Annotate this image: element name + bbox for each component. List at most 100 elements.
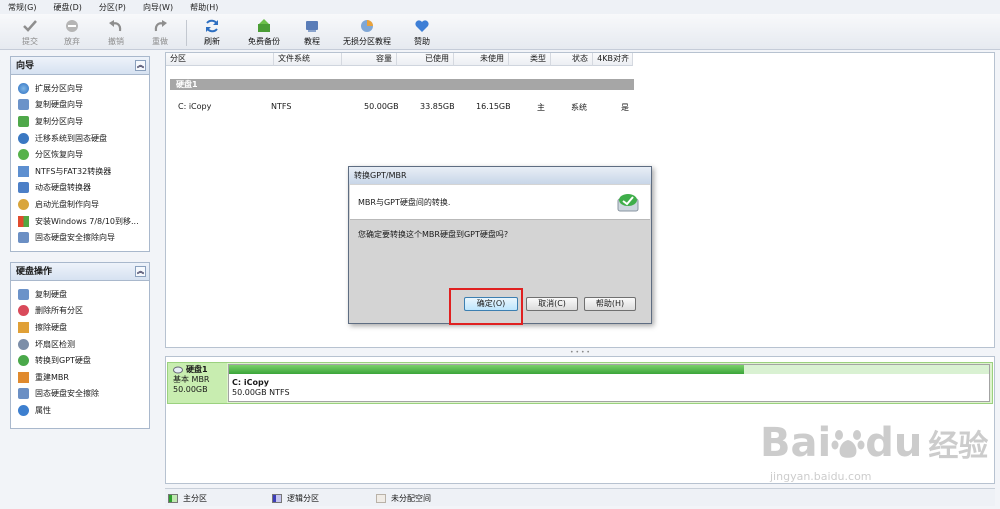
- disk-ops-panel-title: 硬盘操作: [16, 267, 53, 277]
- ssd-erase-icon: [18, 232, 29, 244]
- legend-primary-label: 主分区: [183, 494, 207, 503]
- disk-op-label: 属性: [35, 405, 51, 415]
- redo-icon: [154, 20, 167, 32]
- redo-label: 重做: [152, 37, 168, 46]
- wizard-item-copy-partition[interactable]: 复制分区向导: [11, 113, 149, 130]
- wizard-item-migrate-ssd[interactable]: 迁移系统到固态硬盘: [11, 130, 149, 147]
- collapse-icon[interactable]: ︽: [135, 266, 146, 277]
- row-free: 16.15GB: [476, 102, 511, 111]
- app-window: 常规(G) 硬盘(D) 分区(P) 向导(W) 帮助(H) 提交 放弃 撤销 重…: [0, 0, 1000, 509]
- extend-partition-icon: [18, 82, 29, 94]
- free-backup-label: 免费备份: [248, 37, 280, 46]
- column-status[interactable]: 状态: [551, 53, 593, 66]
- wizard-item-dynamic-disk[interactable]: 动态硬盘转换器: [11, 180, 149, 197]
- undo-icon: [109, 20, 122, 32]
- migrate-ssd-icon: [18, 132, 29, 144]
- wizard-item-label: 启动光盘制作向导: [35, 199, 99, 209]
- menu-disk[interactable]: 硬盘(D): [53, 2, 81, 13]
- partition-block-name: C: iCopy: [232, 378, 269, 387]
- redo-button[interactable]: 重做: [138, 18, 182, 48]
- free-backup-button[interactable]: 免费备份: [240, 18, 288, 48]
- disk-op-copy-disk[interactable]: 复制硬盘: [11, 286, 149, 303]
- donate-button[interactable]: 赞助: [400, 18, 444, 48]
- properties-icon: [18, 404, 29, 416]
- disk-op-convert-gpt[interactable]: 转换到GPT硬盘: [11, 352, 149, 369]
- collapse-icon[interactable]: ︽: [135, 60, 146, 71]
- wizard-panel-title: 向导: [16, 61, 35, 71]
- wizard-item-label: 动态硬盘转换器: [35, 183, 91, 193]
- refresh-button[interactable]: 刷新: [190, 18, 234, 48]
- column-used[interactable]: 已使用: [397, 53, 454, 66]
- legend-unallocated-label: 未分配空间: [391, 494, 431, 503]
- wizard-item-label: 复制分区向导: [35, 116, 83, 126]
- column-partition[interactable]: 分区: [166, 53, 274, 66]
- disk-kind: 基本 MBR: [173, 375, 210, 384]
- undo-button[interactable]: 撤销: [94, 18, 138, 48]
- discard-icon: [66, 20, 78, 32]
- wizard-item-partition-recovery[interactable]: 分区恢复向导: [11, 146, 149, 163]
- row-type: 主: [537, 103, 545, 112]
- row-partition[interactable]: C: iCopy: [178, 102, 211, 111]
- undo-label: 撤销: [108, 37, 124, 46]
- submit-button[interactable]: 提交: [8, 18, 52, 48]
- disk-op-bad-sector[interactable]: 坏扇区检测: [11, 336, 149, 353]
- disk-op-wipe-disk[interactable]: 擦除硬盘: [11, 319, 149, 336]
- watermark-brand: Bai: [760, 420, 832, 466]
- rebuild-mbr-icon: [18, 371, 29, 383]
- dialog-question: 您确定要转换这个MBR硬盘到GPT硬盘吗?: [358, 230, 509, 239]
- disk-info[interactable]: 硬盘1 基本 MBR 50.00GB: [168, 363, 227, 403]
- disk-size: 50.00GB: [173, 385, 208, 394]
- ntfs-fat32-icon: [18, 165, 29, 177]
- disk-op-rebuild-mbr[interactable]: 重建MBR: [11, 369, 149, 386]
- wizard-item-ntfs-fat32[interactable]: NTFS与FAT32转换器: [11, 163, 149, 180]
- baidu-watermark: Bai du 经验 jingyan.baidu.com: [760, 400, 995, 490]
- disk-op-delete-all[interactable]: 删除所有分区: [11, 303, 149, 320]
- dynamic-disk-icon: [18, 182, 29, 194]
- dialog-title[interactable]: 转换GPT/MBR: [349, 167, 651, 184]
- wizard-item-extend-partition[interactable]: 扩展分区向导: [11, 80, 149, 97]
- checkmark-icon: [23, 20, 37, 32]
- cancel-button[interactable]: 取消(C): [526, 297, 578, 311]
- menu-help[interactable]: 帮助(H): [190, 2, 218, 13]
- wizard-item-ssd-secure-erase[interactable]: 固态硬盘安全擦除向导: [11, 229, 149, 246]
- bootable-media-icon: [18, 198, 29, 210]
- disk-op-properties[interactable]: 属性: [11, 402, 149, 419]
- partition-tutorial-icon: [361, 20, 373, 32]
- column-4kb-aligned[interactable]: 4KB对齐: [593, 53, 633, 66]
- wizard-item-copy-disk[interactable]: 复制硬盘向导: [11, 97, 149, 114]
- discard-label: 放弃: [64, 37, 80, 46]
- menu-wizard[interactable]: 向导(W): [143, 2, 173, 13]
- disk-op-label: 坏扇区检测: [35, 339, 75, 349]
- tutorial-button[interactable]: 教程: [290, 18, 334, 48]
- wizard-panel: 向导 ︽ 扩展分区向导 复制硬盘向导 复制分区向导 迁移系统到固态硬盘 分区恢复…: [10, 56, 150, 252]
- heart-icon: [415, 20, 429, 32]
- column-capacity[interactable]: 容量: [342, 53, 397, 66]
- copy-disk-icon: [18, 99, 29, 111]
- delete-icon: [18, 305, 29, 317]
- disk-group-header[interactable]: 硬盘1: [170, 79, 634, 90]
- watermark-cn: 经验: [928, 429, 989, 464]
- watermark-brand-suffix: du: [865, 420, 923, 466]
- disk-op-ssd-erase[interactable]: 固态硬盘安全擦除: [11, 386, 149, 403]
- partition-free-bar: [744, 365, 989, 374]
- partition-usage-bar: [229, 365, 744, 374]
- help-button[interactable]: 帮助(H): [584, 297, 636, 311]
- menu-general[interactable]: 常规(G): [8, 2, 36, 13]
- wizard-item-bootable-media[interactable]: 启动光盘制作向导: [11, 196, 149, 213]
- row-aligned: 是: [621, 103, 629, 112]
- bad-sector-icon: [18, 338, 29, 350]
- lossless-tutorial-button[interactable]: 无损分区教程: [338, 18, 396, 48]
- disk-op-label: 重建MBR: [35, 372, 69, 382]
- column-type[interactable]: 类型: [509, 53, 551, 66]
- toolbar-separator: [186, 20, 187, 46]
- paw-icon: [831, 430, 865, 458]
- column-free[interactable]: 未使用: [454, 53, 509, 66]
- column-filesystem[interactable]: 文件系统: [274, 53, 342, 66]
- legend-bar: 主分区 逻辑分区 未分配空间: [165, 488, 995, 506]
- tutorial-label: 教程: [304, 37, 320, 46]
- wizard-item-install-windows[interactable]: 安装Windows 7/8/10到移...: [11, 213, 149, 230]
- dialog-description: MBR与GPT硬盘间的转换.: [358, 198, 451, 207]
- discard-button[interactable]: 放弃: [50, 18, 94, 48]
- lossless-tutorial-label: 无损分区教程: [343, 37, 391, 46]
- menu-partition[interactable]: 分区(P): [99, 2, 126, 13]
